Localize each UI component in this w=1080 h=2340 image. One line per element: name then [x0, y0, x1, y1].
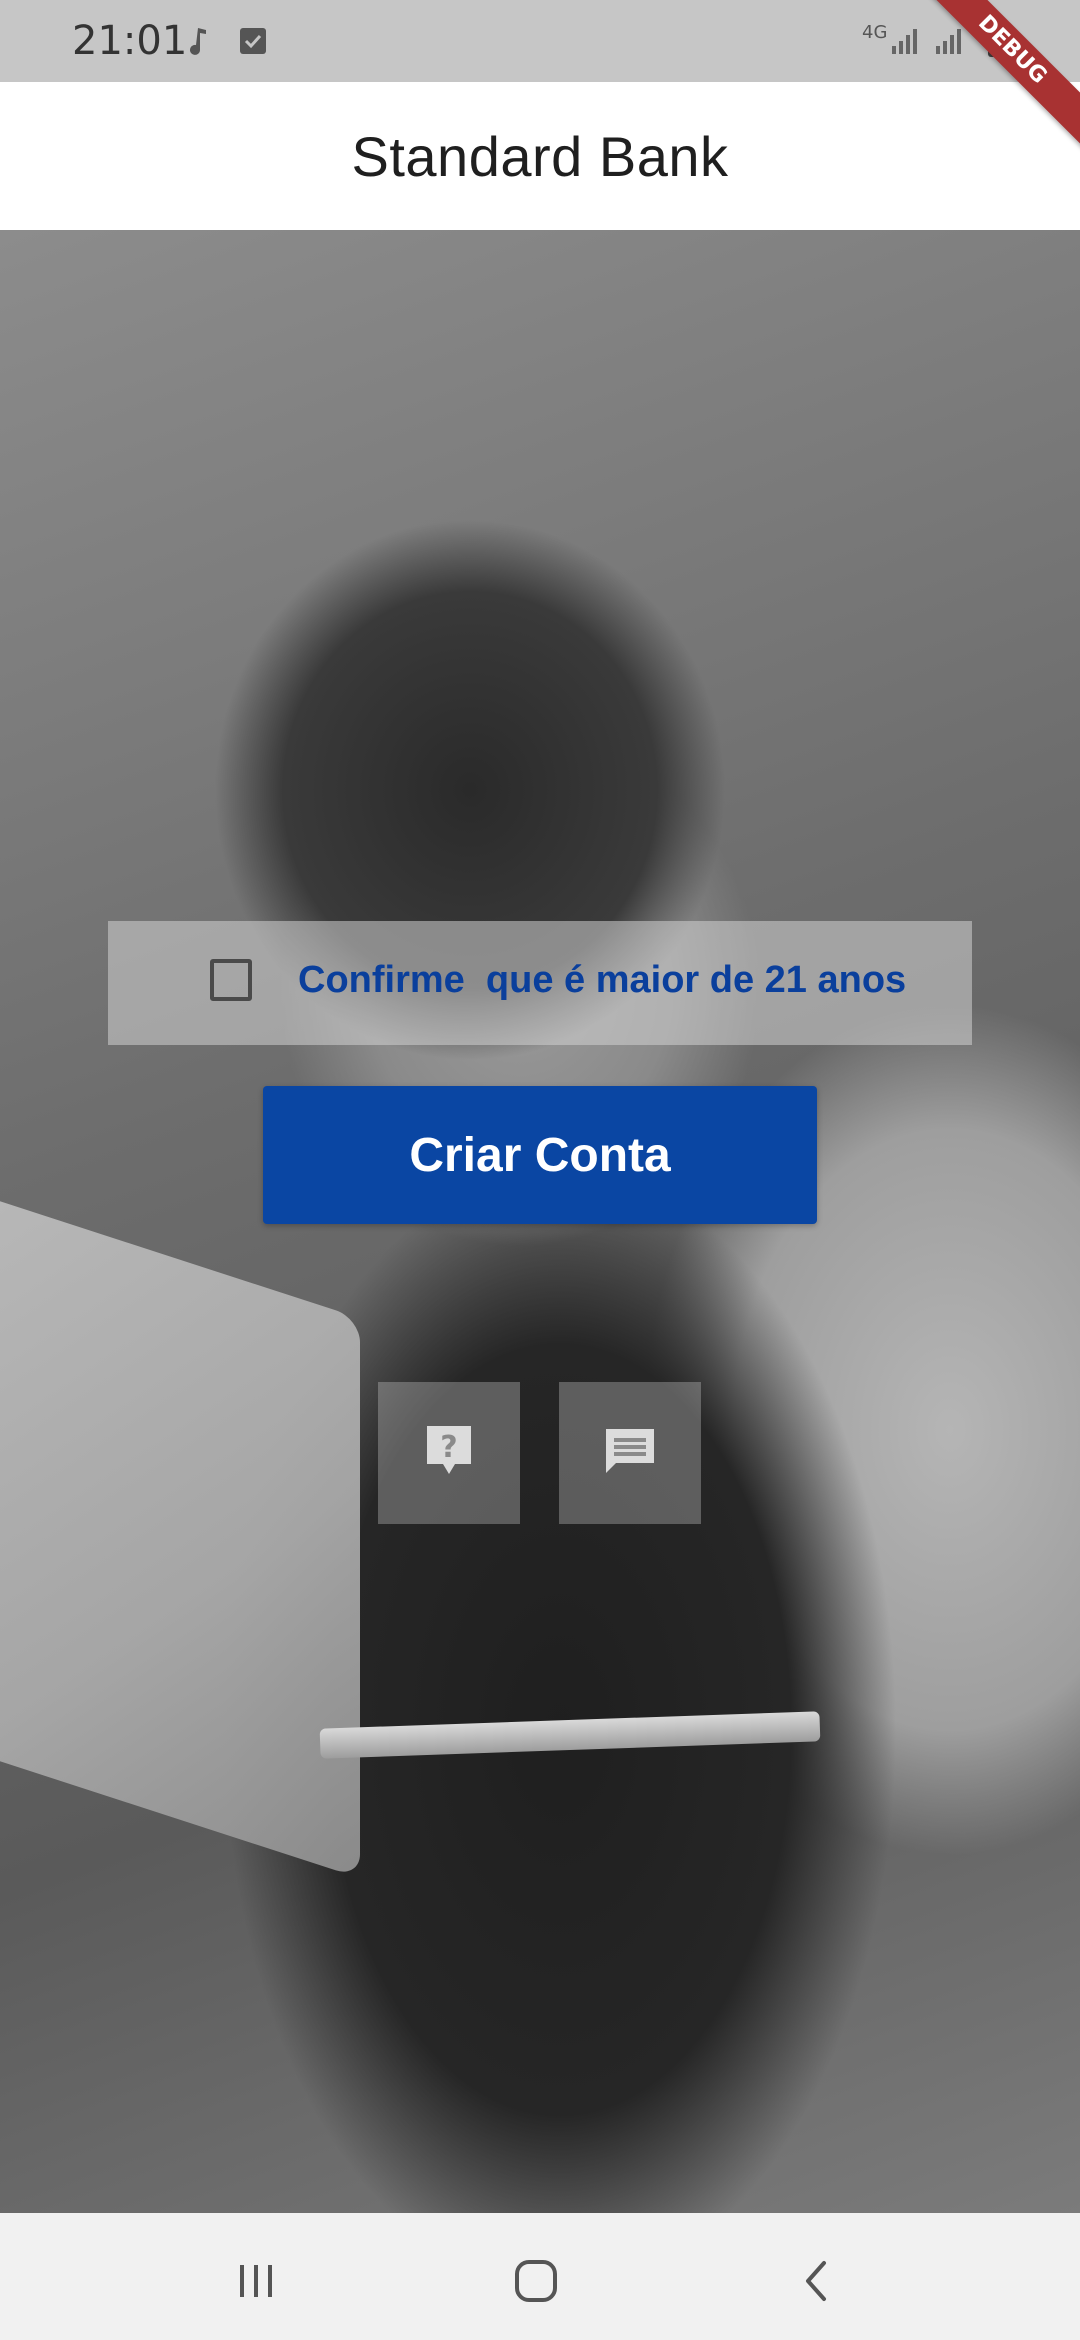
recent-apps-icon[interactable]: [226, 2251, 286, 2311]
signal-icon: [934, 24, 964, 58]
status-bar: 21:01 4G: [0, 0, 1080, 82]
chat-message-icon: [602, 1425, 658, 1482]
age-confirmation-label: Confirme que é maior de 21 anos: [298, 959, 907, 1001]
music-note-icon: [186, 24, 216, 58]
svg-text:?: ?: [440, 1430, 457, 1465]
create-account-button[interactable]: Criar Conta: [263, 1086, 817, 1224]
age-confirmation-checkbox[interactable]: [210, 959, 252, 1001]
signal-icon: [890, 24, 920, 58]
network-type-label: 4G: [862, 22, 888, 43]
checkbox-notification-icon: [238, 24, 268, 58]
back-icon[interactable]: [786, 2251, 846, 2311]
status-time: 21:01: [72, 18, 188, 64]
page-title: Standard Bank: [351, 124, 729, 188]
app-bar: Standard Bank: [0, 82, 1080, 230]
help-question-icon: ?: [423, 1422, 475, 1485]
help-button[interactable]: ?: [378, 1382, 520, 1524]
system-nav-bar: [0, 2213, 1080, 2340]
chat-button[interactable]: [559, 1382, 701, 1524]
laptop-base-shape: [319, 1711, 821, 1759]
age-confirmation-row[interactable]: Confirme que é maior de 21 anos: [108, 921, 972, 1045]
laptop-shape: [0, 1181, 360, 1879]
home-icon[interactable]: [506, 2251, 566, 2311]
